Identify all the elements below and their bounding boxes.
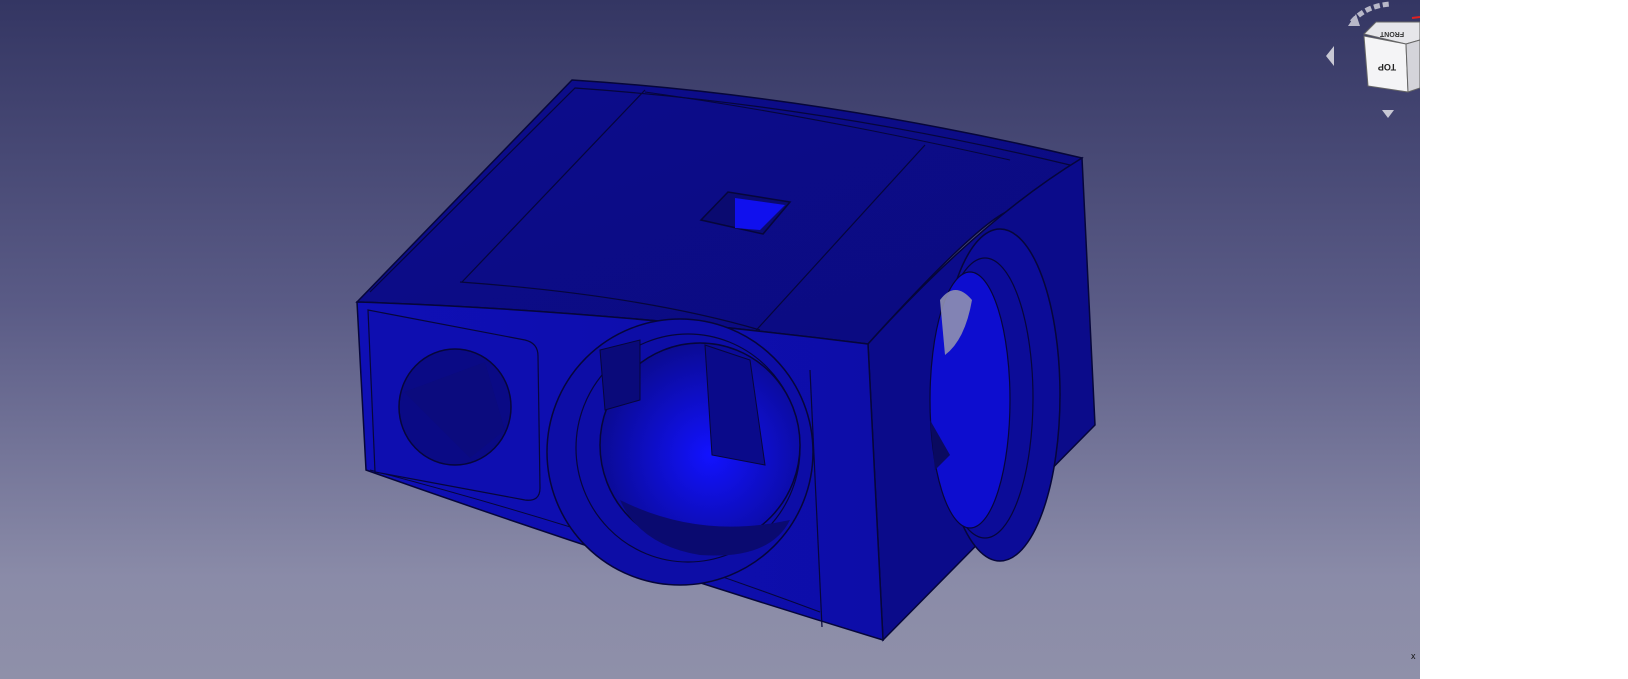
navigation-cube[interactable]: FRONT TOP [1320,0,1420,130]
3d-viewport[interactable]: FRONT TOP x [0,0,1420,679]
cube-right-face[interactable] [1405,39,1420,93]
nav-left-arrow-icon[interactable] [1326,46,1334,66]
cube-top-label: FRONT [1379,30,1404,37]
nav-down-arrow-icon[interactable] [1382,110,1394,118]
cube-front-label: TOP [1378,62,1396,72]
side-panel [1420,0,1628,679]
axis-x-label: x [1411,651,1416,661]
model-render[interactable] [0,0,1420,679]
